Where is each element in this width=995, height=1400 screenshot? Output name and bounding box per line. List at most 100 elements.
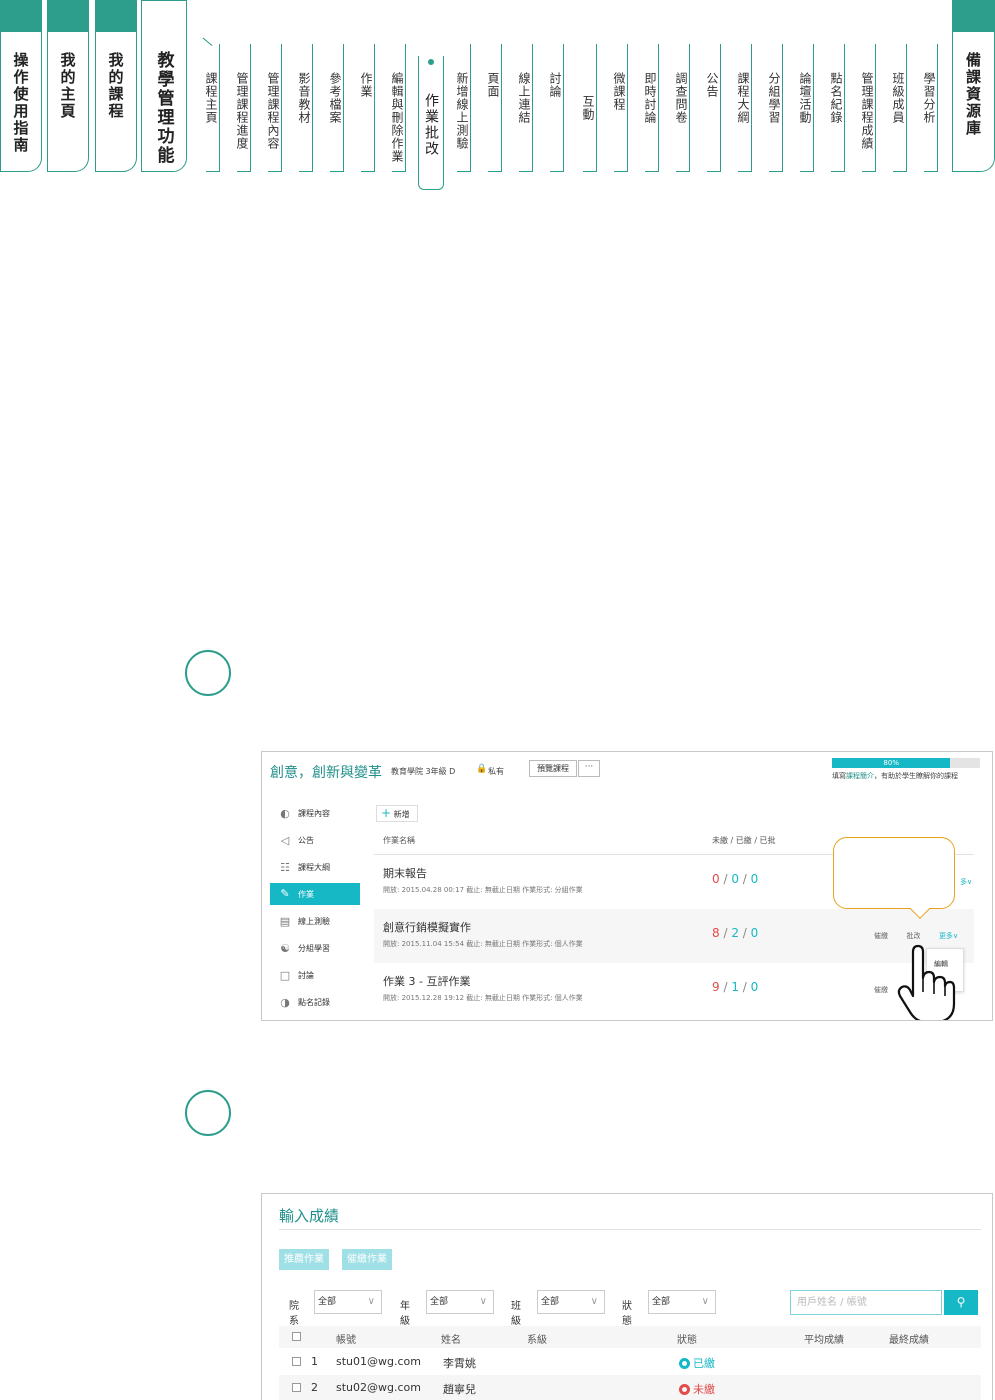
megaphone-icon: ◁ [280,833,290,847]
row-number: 1 [311,1355,318,1368]
col-status: 狀態 [677,1335,697,1346]
submission-counts: 9 / 1 / 0 [712,980,759,994]
row-account: stu02@wg.com [336,1381,421,1394]
row-checkbox[interactable] [292,1357,301,1366]
subtab-survey[interactable]: 調查問卷 [673,72,690,124]
private-label: 私有 [488,767,504,776]
grade-link[interactable]: 批改 [906,932,920,940]
more-link[interactable]: 多∨ [960,878,972,886]
subtab-course-progress[interactable]: 管理課程進度 [234,72,251,150]
assignment-name[interactable]: 創意行銷模擬實作 [383,919,471,935]
tab-label: 操作使用指南 [11,52,30,154]
filter-grade-select[interactable]: 全部 ∨ [426,1290,494,1314]
table-row[interactable]: 2 stu02@wg.com 趙寧兒 未繳 [279,1375,981,1400]
subtab-grading-label: 作業批改 [423,93,439,157]
filter-department-select[interactable]: 全部 ∨ [314,1290,382,1314]
tab-label: 我的課程 [106,52,125,120]
subtab-learning-analytics[interactable]: 學習分析 [921,72,938,124]
col-name: 姓名 [441,1335,461,1346]
assignment-row[interactable]: 作業 3 - 互評作業 開放: 2015.12.28 19:12 截止: 無截止… [374,963,974,1017]
callout-bubble [833,837,955,909]
plus-icon: + [381,806,392,820]
more-options-button[interactable]: ··· [578,760,600,777]
course-sidebar: ◐ 課程內容 ◁ 公告 ☷ 課程大綱 ✎ 作業 ▤ 線上測驗 ☯ 分組學習 □ 討論 ◑ 點名記… [270,800,360,1016]
status-ring-icon [679,1383,690,1395]
table-row[interactable]: 1 stu01@wg.com 李霄姚 已繳 [279,1349,981,1375]
sidebar-item-assignment[interactable]: ✎ 作業 [270,883,360,905]
sidebar-item-announcement[interactable]: ◁ 公告 [270,827,360,854]
assignment-list-screenshot: 創意，創新與變革 教育學院 3年級 D 🔒 私有 預覽課程 ··· 80% 填寫… [261,751,993,1021]
filter-class-select[interactable]: 全部 ∨ [537,1290,605,1314]
select-all-checkbox[interactable] [292,1332,301,1341]
subtab-page[interactable]: 頁面 [485,72,502,98]
tab-label: 備課資源庫 [964,52,982,137]
chevron-down-icon: ∨ [367,1296,375,1307]
add-assignment-button[interactable]: + 新增 [376,805,418,822]
subtab-discussion[interactable]: 討論 [547,72,564,98]
preview-course-button[interactable]: 預覽課程 [529,760,577,777]
col-account: 帳號 [336,1335,356,1346]
subtab-announcement[interactable]: 公告 [704,72,721,98]
subtab-forum-activity[interactable]: 論壇活動 [797,72,814,124]
sidebar-item-content[interactable]: ◐ 課程內容 [270,800,360,827]
quiz-icon: ▤ [279,914,291,928]
sidebar-item-rollcall[interactable]: ◑ 點名記錄 [270,989,360,1016]
remind-assignment-button[interactable]: 催繳作業 [342,1249,392,1270]
remind-link[interactable]: 催繳 [874,986,888,994]
more-link[interactable]: 更多∨ [939,932,958,940]
subtab-course-content[interactable]: 管理課程內容 [265,72,282,150]
subtab-roll-call[interactable]: 點名紀錄 [828,72,845,124]
subtab-course-home[interactable]: 課程主頁 [203,72,220,124]
subtab-syllabus[interactable]: 課程大綱 [735,72,752,124]
group-icon: ☯ [280,941,290,955]
tab-my-courses[interactable]: 我的課程 [95,0,137,172]
row-name: 趙寧兒 [443,1383,476,1396]
filter-label-class: 班級 [511,1301,521,1327]
row-checkbox[interactable] [292,1383,301,1392]
subtab-micro-course[interactable]: 微課程 [611,72,628,111]
search-icon: ⚲ [956,1295,966,1309]
tab-teaching-management[interactable]: 教學管理功能 [141,0,187,172]
status-ring-icon [679,1357,690,1369]
subtab-reference-files[interactable]: 參考檔案 [327,72,344,124]
subtab-group-learning[interactable]: 分組學習 [766,72,783,124]
active-indicator-dot [428,59,434,65]
submission-counts: 0 / 0 / 0 [712,872,759,886]
assignment-meta: 開放: 2015.12.28 19:12 截止: 無截止日期 作業形式: 個人作… [383,994,583,1002]
subtab-course-grades[interactable]: 管理課程成績 [859,72,876,150]
subtab-new-quiz[interactable]: 新增線上測驗 [454,72,471,150]
step-marker-1 [185,650,231,696]
subtab-video-material[interactable]: 影音教材 [296,72,313,124]
subtab-interaction[interactable]: 互動 [580,95,597,121]
row-number: 2 [311,1381,318,1394]
subtab-online-link[interactable]: 線上連結 [516,72,533,124]
progress-label: 80% [883,759,899,767]
course-title: 創意，創新與變革 [270,765,382,781]
filter-status-select[interactable]: 全部 ∨ [648,1290,716,1314]
col-department: 系級 [527,1335,547,1346]
subtab-assignment[interactable]: 作業 [358,72,375,98]
filter-label-status: 狀態 [622,1301,632,1327]
recommend-assignment-button[interactable]: 推薦作業 [279,1249,329,1270]
assignment-row[interactable]: 創意行銷模擬實作 開放: 2015.11.04 15:54 截止: 無截止日期 … [374,909,974,963]
sidebar-item-discussion[interactable]: □ 討論 [270,962,360,989]
subtab-edit-delete-assignment[interactable]: 編輯與刪除作業 [389,72,406,163]
tab-resource-library[interactable]: 備課資源庫 [952,0,995,172]
remind-link[interactable]: 催繳 [874,932,888,940]
lock-icon: 🔒 [476,764,488,774]
assignment-name[interactable]: 作業 3 - 互評作業 [383,973,470,989]
subtab-live-discussion[interactable]: 即時討論 [642,72,659,124]
discussion-icon: □ [279,968,291,982]
sidebar-item-syllabus[interactable]: ☷ 課程大綱 [270,854,360,881]
tab-user-guide[interactable]: 操作使用指南 [0,0,42,172]
course-meta: 教育學院 3年級 D [391,767,456,776]
tab-my-home[interactable]: 我的主頁 [47,0,89,172]
grade-entry-screenshot: 輸入成績 推薦作業 催繳作業 院系 全部 ∨ 年級 全部 ∨ 班級 全部 ∨ 狀態 全… [261,1193,993,1400]
user-search-input[interactable]: 用戶姓名 / 帳號 [790,1290,942,1315]
search-button[interactable]: ⚲ [944,1290,978,1315]
sidebar-item-quiz[interactable]: ▤ 線上測驗 [270,908,360,935]
assignment-name[interactable]: 期末報告 [383,865,427,881]
subtab-class-members[interactable]: 班級成員 [890,72,907,124]
sidebar-item-group[interactable]: ☯ 分組學習 [270,935,360,962]
course-intro-link[interactable]: 課程簡介 [846,772,874,780]
